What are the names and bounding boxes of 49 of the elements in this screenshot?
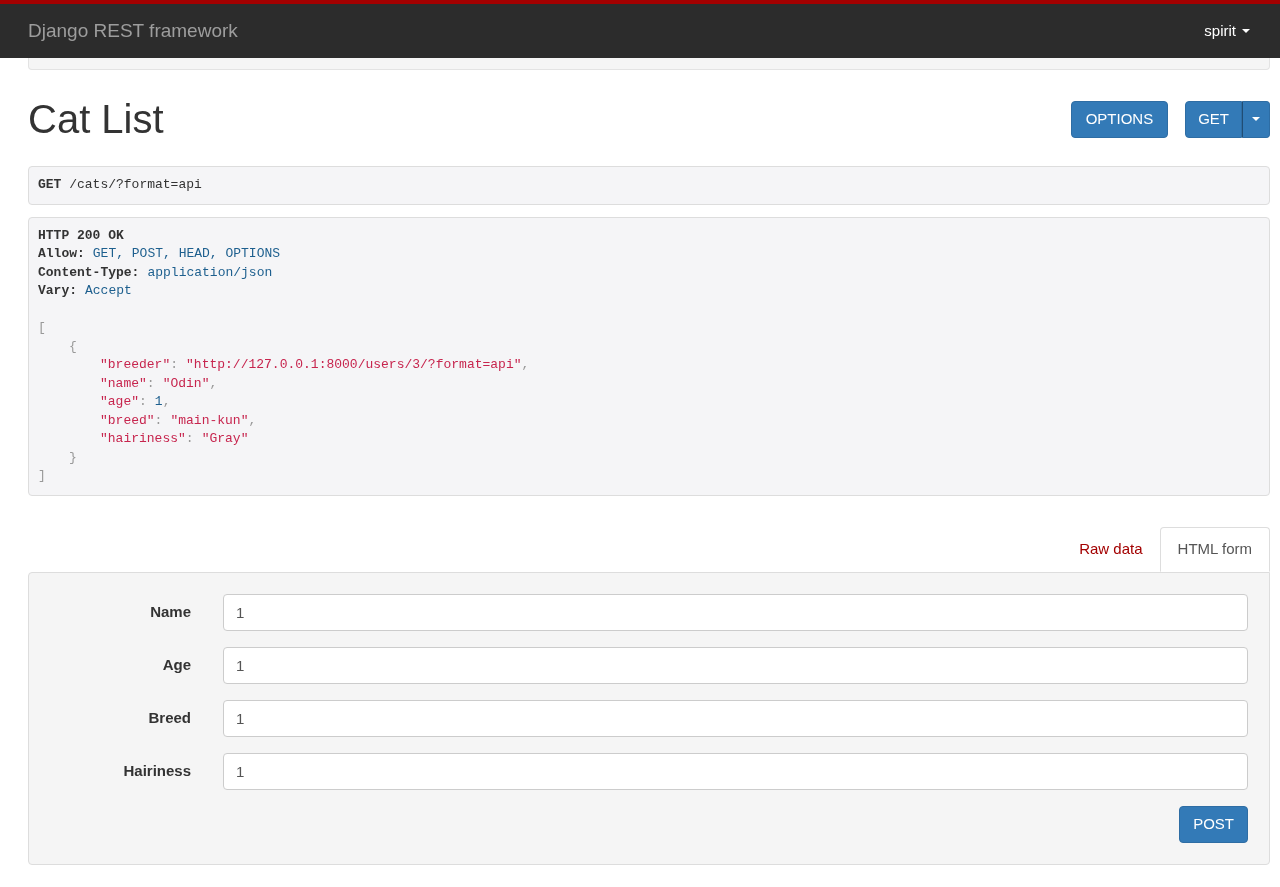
header-name: Content-Type: — [38, 263, 140, 282]
json-comma: , — [209, 374, 218, 393]
header-value: application/json — [147, 263, 273, 282]
json-key: "breed" — [100, 411, 155, 430]
post-button[interactable]: POST — [1179, 805, 1248, 843]
header-value: Accept — [85, 282, 132, 300]
caret-icon — [1252, 117, 1260, 121]
json-comma: , — [521, 356, 530, 374]
dropdown-button[interactable] — [1242, 100, 1270, 138]
json-key: "name" — [100, 374, 147, 393]
caret-icon — [1242, 29, 1250, 33]
field-label: Breed — [147, 707, 192, 728]
field-label: Age — [161, 654, 192, 675]
text-field[interactable]: 1 — [223, 699, 1248, 737]
json-colon: : — [185, 430, 194, 448]
json-comma: , — [162, 393, 171, 411]
json-value: "http://127.0.0.1:8000/users/3/?format=api" — [186, 356, 522, 374]
json-value: "Odin" — [162, 374, 210, 393]
tab[interactable]: Raw data — [1062, 526, 1160, 572]
json-key: "breeder" — [100, 356, 171, 375]
json-colon: : — [139, 393, 147, 411]
header-name: Vary: — [38, 282, 77, 300]
json-value: "main-kun" — [170, 411, 249, 430]
json-colon: : — [170, 356, 179, 374]
page-title: Cat List — [28, 96, 164, 143]
status-line: HTTP 200 OK — [38, 226, 124, 245]
json-key: "hairiness" — [100, 430, 186, 449]
brand-link[interactable]: Django REST framework — [28, 16, 238, 46]
json-value: "Gray" — [201, 430, 249, 448]
json-bracket: [ — [38, 319, 46, 337]
json-colon: : — [146, 374, 155, 393]
json-brace: } — [69, 448, 77, 467]
json-key: "age" — [100, 393, 139, 412]
json-comma: , — [248, 411, 257, 430]
json-colon: : — [154, 411, 163, 430]
text-field[interactable]: 1 — [223, 593, 1248, 631]
json-value: 1 — [154, 393, 163, 411]
user-menu[interactable]: spirit — [1204, 19, 1252, 43]
text-field[interactable]: 1 — [223, 752, 1248, 790]
field-label: Name — [149, 601, 192, 622]
json-brace: { — [69, 337, 77, 356]
header-name: Allow: — [38, 245, 85, 263]
options-button[interactable]: OPTIONS — [1070, 100, 1169, 138]
header-value: GET, POST, HEAD, OPTIONS — [92, 245, 281, 263]
text-field[interactable]: 1 — [223, 646, 1248, 684]
tab[interactable]: HTML form — [1159, 526, 1270, 572]
json-bracket: ] — [38, 467, 46, 485]
get-button[interactable]: GET — [1185, 100, 1242, 138]
field-label: Hairiness — [122, 760, 192, 781]
